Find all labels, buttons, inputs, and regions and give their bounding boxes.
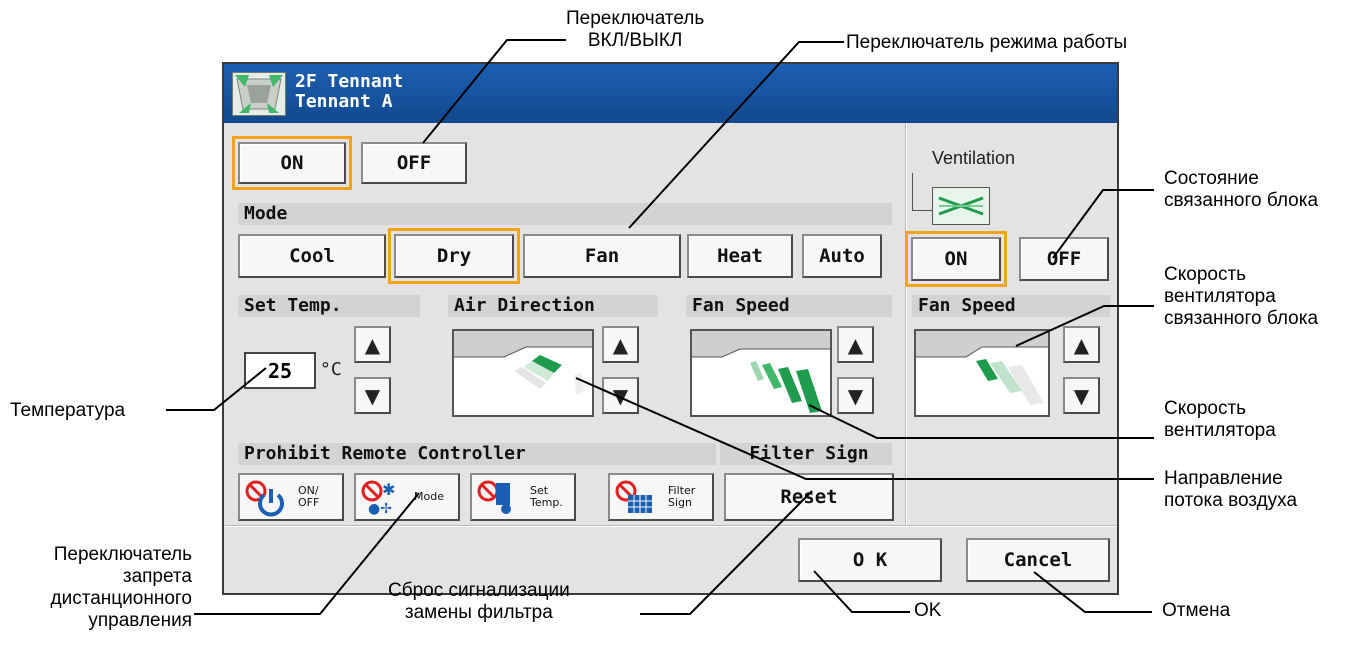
prohibit-filter-label: Filter Sign [668,484,696,509]
prohibit-mode-label: Mode [414,490,444,503]
ac-control-panel: 2F Tennant Tennant A ON OFF Mode Cool Dr… [222,62,1119,595]
annotation-linked-fan-speed: Скорость вентилятора связанного блока [1164,264,1319,329]
fan-speed-down-button[interactable]: ▼ [837,377,874,414]
title-zone: 2F Tennant [295,71,404,92]
power-prohibit-icon [245,480,284,517]
triangle-up-icon: ▲ [364,332,381,357]
power-off-button[interactable]: OFF [361,142,467,184]
annotation-cancel: Отмена [1162,600,1231,621]
annotation-linked-state: Состояние связанного блока [1164,168,1319,211]
mode-heat-button[interactable]: Heat [687,234,793,278]
ventilation-on-button[interactable]: ON [905,231,1007,287]
annotation-air-direction: Направление потока воздуха [1164,468,1298,511]
mode-section-label: Mode [238,203,892,225]
air-direction-up-button[interactable]: ▲ [602,326,639,363]
annotation-filter-reset: Сброс сигнализации замены фильтра [388,580,570,623]
title-bar: 2F Tennant Tennant A [224,64,1117,123]
prohibit-settemp-label: Set Temp. [530,484,563,509]
filter-reset-button[interactable]: Reset [724,473,894,521]
air-direction-section-label: Air Direction [448,295,658,317]
power-on-button[interactable]: ON [232,136,352,190]
title-unit: Tennant A [295,91,393,112]
triangle-up-icon: ▲ [612,332,629,357]
triangle-down-icon: ▼ [1073,383,1090,408]
filter-sign-section-label: Filter Sign [720,443,892,465]
annotation-prohibit-switch: Переключатель запрета дистанционного упр… [50,544,192,631]
ventilation-off-button[interactable]: OFF [1019,237,1109,281]
ok-button[interactable]: O K [798,538,942,582]
triangle-up-icon: ▲ [847,332,864,357]
temp-up-button[interactable]: ▲ [354,326,391,363]
ventilation-bracket [912,173,934,211]
fan-speed-up-button[interactable]: ▲ [837,326,874,363]
prohibit-mode-button[interactable]: ✱ ●✢ Mode [354,473,460,521]
cassette-unit-icon [232,72,286,116]
ventilation-fan-speed-label: Fan Speed [912,295,1110,317]
horizontal-divider [224,525,1117,527]
thermometer-prohibit-icon [477,480,511,514]
mode-auto-button[interactable]: Auto [802,234,882,278]
ventilation-fan-speed-view [914,329,1050,417]
annotation-temperature: Температура [10,400,126,421]
fan-speed-view [690,329,832,417]
annotation-mode-switch: Переключатель режима работы [846,32,1128,53]
triangle-down-icon: ▼ [612,383,629,408]
ventilation-fan-up-button[interactable]: ▲ [1063,326,1100,363]
svg-text:●✢: ●✢ [368,501,392,517]
mode-cool-button[interactable]: Cool [238,234,386,278]
prohibit-onoff-label: ON/ OFF [298,484,320,509]
annotation-ok: OK [914,600,942,621]
cancel-button[interactable]: Cancel [966,538,1110,582]
mode-dry-button[interactable]: Dry [388,228,520,284]
set-temp-value: 25 [244,352,316,389]
svg-text:✱: ✱ [382,480,395,499]
ventilation-label: Ventilation [932,148,1016,168]
triangle-down-icon: ▼ [364,383,381,408]
ventilation-fan-down-button[interactable]: ▼ [1063,377,1100,414]
main-content: ON OFF Mode Cool Dry Fan Heat Auto Set T… [224,123,1117,593]
temp-unit: °C [320,359,342,380]
vertical-divider [905,123,907,525]
temp-down-button[interactable]: ▼ [354,377,391,414]
prohibit-section-label: Prohibit Remote Controller [238,443,716,465]
fan-speed-section-label: Fan Speed [686,295,892,317]
annotation-onoff-switch: Переключатель ВКЛ/ВЫКЛ [566,8,705,51]
mode-fan-button[interactable]: Fan [523,234,681,278]
prohibit-filter-button[interactable]: Filter Sign [608,473,714,521]
triangle-up-icon: ▲ [1073,332,1090,357]
set-temp-section-label: Set Temp. [238,295,420,317]
air-direction-down-button[interactable]: ▼ [602,377,639,414]
air-direction-view [452,329,594,417]
annotation-fan-speed: Скорость вентилятора [1164,398,1276,441]
mode-prohibit-icon: ✱ ●✢ [361,480,395,517]
prohibit-onoff-button[interactable]: ON/ OFF [238,473,344,521]
ventilation-unit-icon [932,187,990,225]
filter-prohibit-icon [615,480,652,513]
prohibit-settemp-button[interactable]: Set Temp. [470,473,576,521]
triangle-down-icon: ▼ [847,383,864,408]
